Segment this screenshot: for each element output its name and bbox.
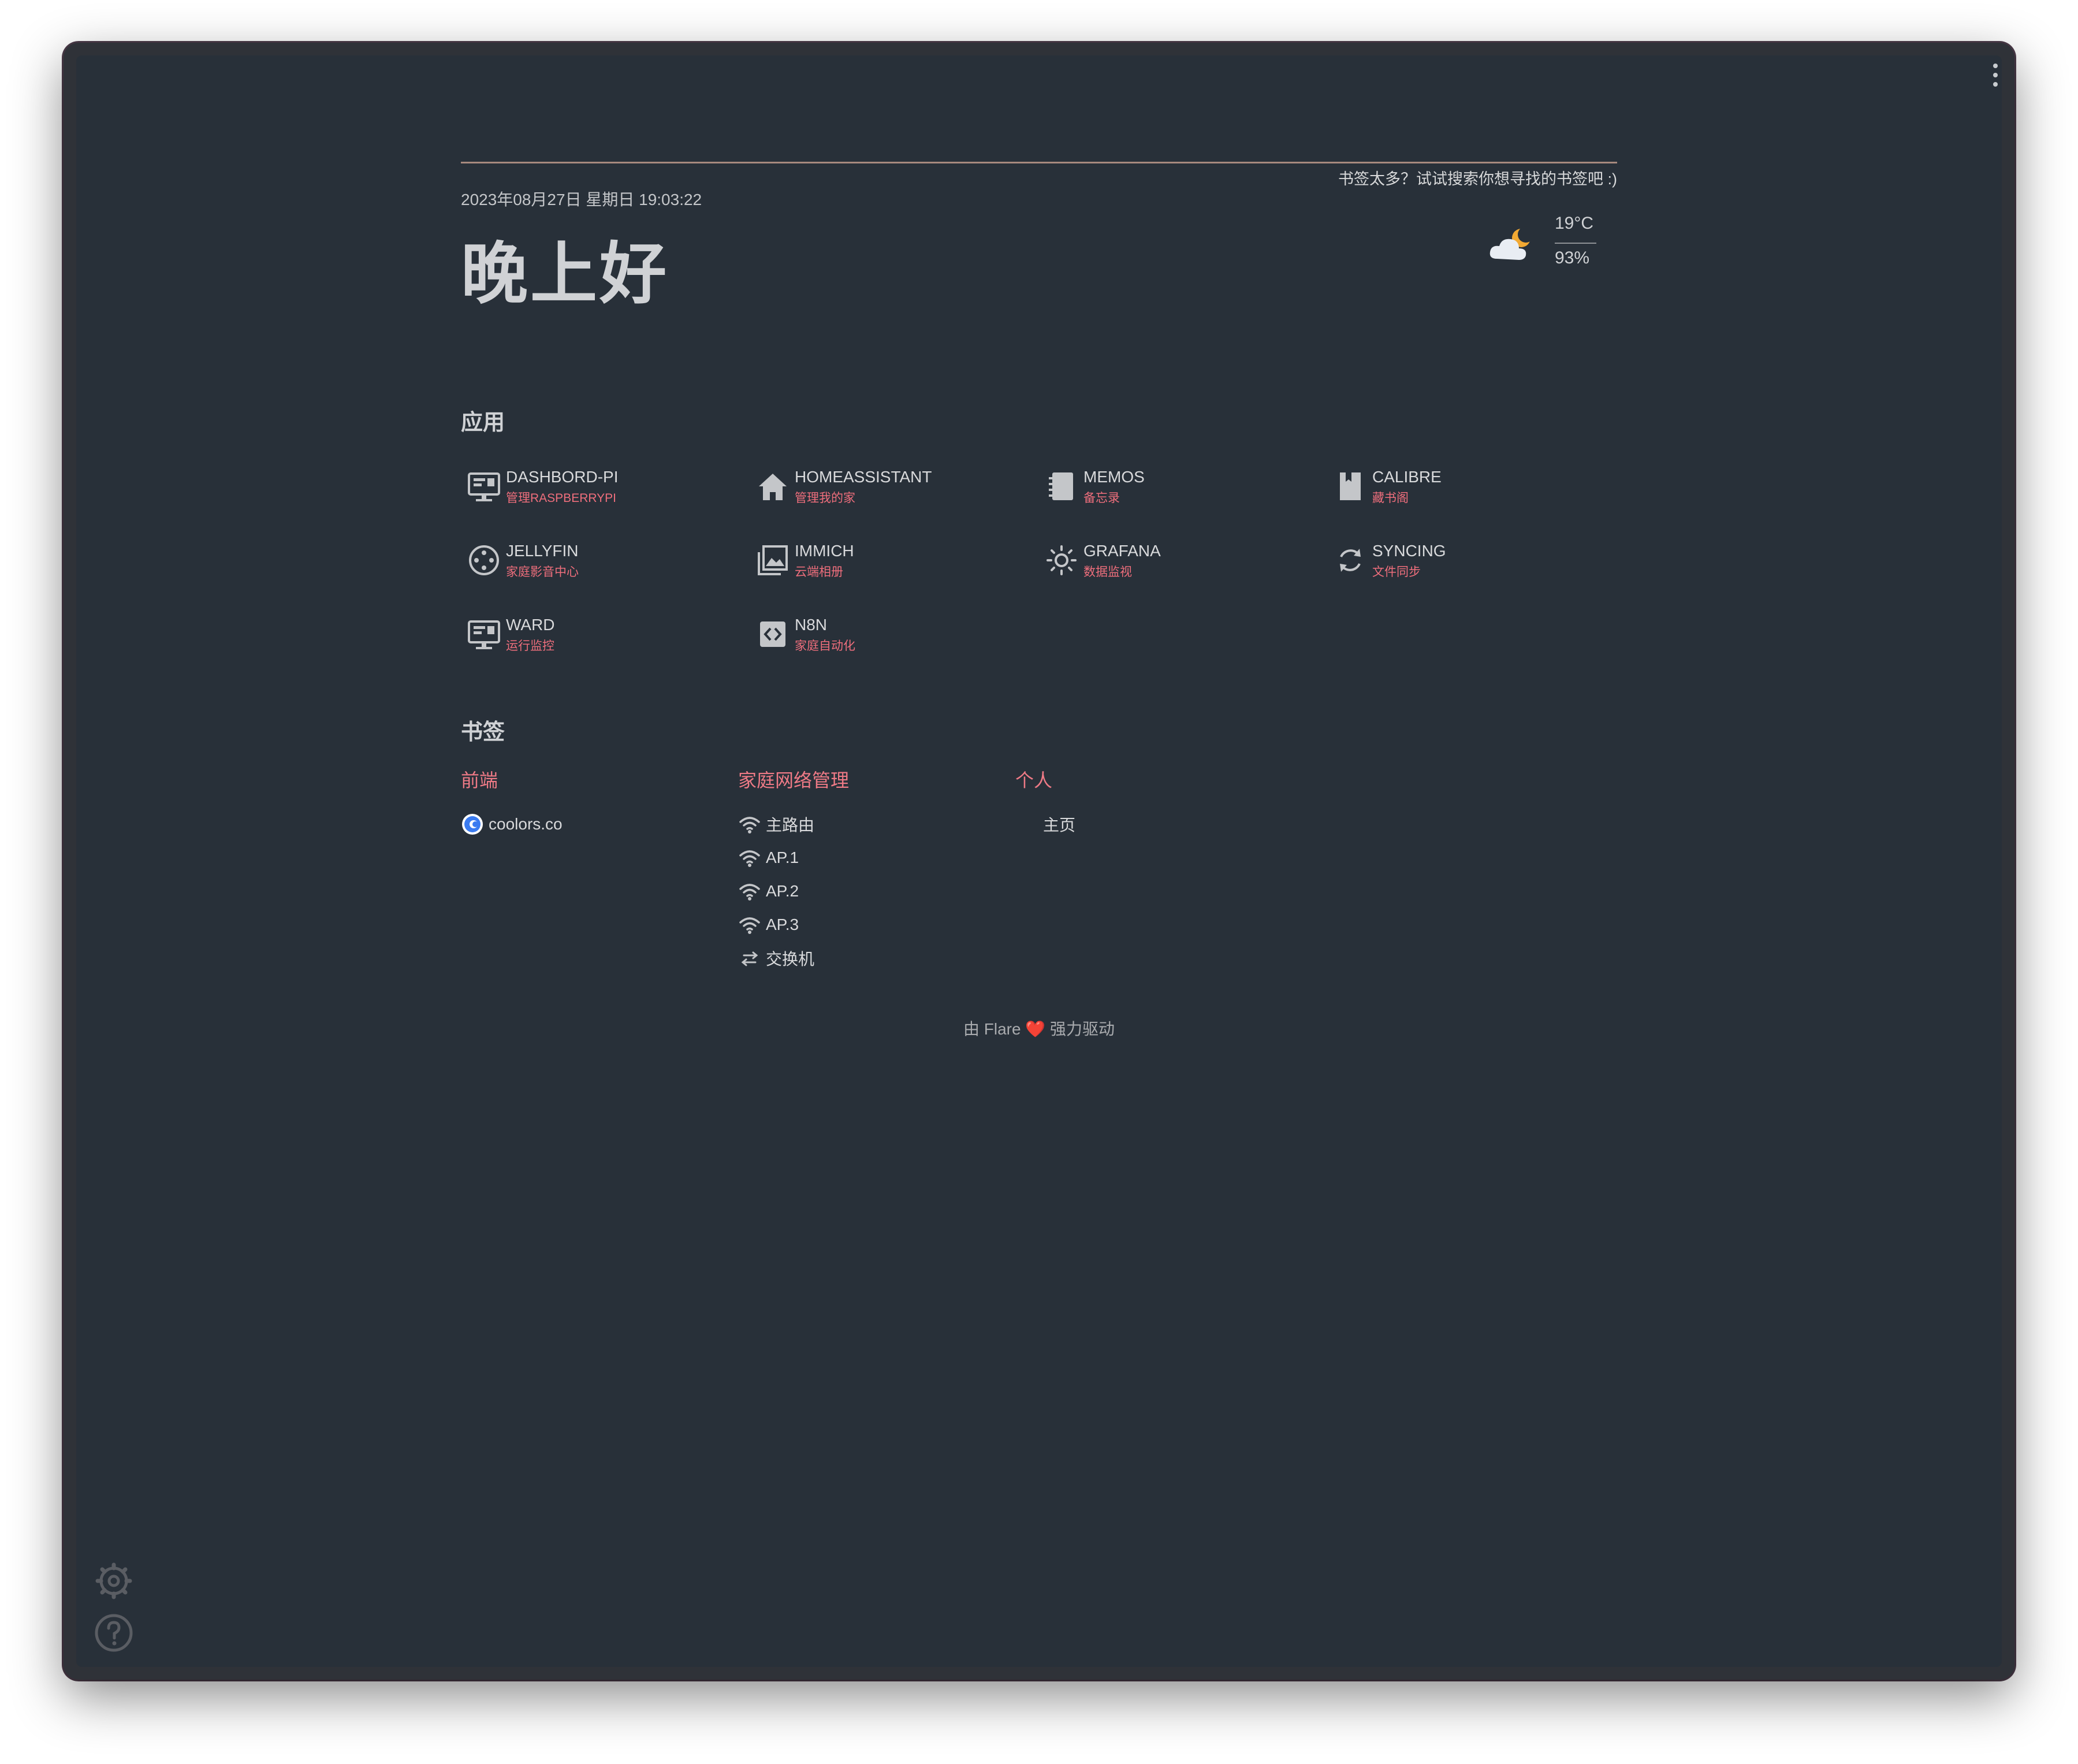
app-desc: 云端相册 [795,565,843,579]
footer-suffix: 强力驱动 [1050,1020,1115,1038]
bookmark-group-title: 个人 [1015,769,1053,791]
wifi-icon [738,913,761,936]
main-content: 书签太多？试试搜索你想寻找的书签吧 :) 2023年08月27日 星期日 19:… [461,162,1617,1038]
weather-humidity: 93% [1555,248,1590,267]
app-name: SYNCING [1372,542,1446,560]
bookmark-group-title: 前端 [461,769,498,791]
home-icon [759,474,787,500]
app-syncing[interactable]: SYNCING 文件同步 [1327,536,1604,588]
bookmark-label: coolors.co [489,815,563,833]
switch-arrows-icon [738,947,761,970]
app-dashbord-pi[interactable]: DASHBORD-PI 管理RASPBERRYPI [461,462,738,514]
help-icon [95,1614,133,1652]
sun-gear-icon [1047,545,1077,575]
gear-icon [95,1562,132,1599]
bookmark-item[interactable]: AP.1 [738,841,1004,874]
app-immich[interactable]: IMMICH 云端相册 [750,536,1027,588]
bookmark-group-home-network: 家庭网络管理 主路由 AP.1 AP.2 AP.3 交换机 [738,766,1004,975]
apps-section-title: 应用 [461,410,505,435]
weather-divider [1555,243,1596,244]
heart-icon: ❤️ [1025,1020,1046,1038]
bookmark-label: 交换机 [766,950,815,968]
app-desc: 管理我的家 [795,492,855,505]
menu-dots-icon[interactable] [1993,64,1998,87]
bookmarks-section-title: 书签 [461,719,505,745]
bookmark-item[interactable]: 交换机 [738,941,1004,975]
bookmark-label: 主页 [1043,816,1076,834]
app-name: GRAFANA [1083,542,1161,560]
bookmark-item[interactable]: 主页 [1015,807,1281,841]
image-gallery-icon [758,545,788,575]
film-reel-icon [469,545,499,575]
app-desc: 备忘录 [1083,492,1120,505]
weather-temperature: 19°C [1555,214,1594,233]
weather-widget: 19°C 93% [1485,214,1596,283]
bookmark-item[interactable]: AP.3 [738,908,1004,941]
app-calibre[interactable]: CALIBRE 藏书阁 [1327,462,1604,514]
bookmark-item[interactable]: 主路由 [738,807,1004,841]
bookmark-group-title: 家庭网络管理 [738,769,850,791]
app-n8n[interactable]: N8N 家庭自动化 [750,610,1027,662]
app-name: WARD [506,616,555,634]
search-input[interactable] [461,162,1617,163]
app-desc: 运行监控 [506,639,554,653]
wifi-icon [738,846,761,869]
wifi-icon [738,813,761,836]
app-desc: 藏书阁 [1372,492,1409,505]
blank-icon [1015,813,1038,836]
monitor-icon [468,620,500,649]
datetime: 2023年08月27日 星期日 19:03:22 [461,191,702,209]
bookmark-item[interactable]: AP.2 [738,874,1004,908]
cloud-moon-icon [1489,226,1534,260]
app-desc: 家庭自动化 [795,639,855,653]
app-jellyfin[interactable]: JELLYFIN 家庭影音中心 [461,536,738,588]
search-hint: 书签太多？试试搜索你想寻找的书签吧 :) [1338,170,1617,188]
bookmark-label: 主路由 [766,816,815,834]
app-name: IMMICH [795,542,854,560]
app-desc: 数据监视 [1083,565,1132,579]
bookmark-item[interactable]: coolors.co [461,807,727,841]
app-desc: 文件同步 [1372,565,1421,579]
bookmark-group-personal: 个人 主页 [1015,766,1281,841]
notebook-icon [1049,472,1073,500]
app-name: CALIBRE [1372,468,1442,486]
dashboard-page: 书签太多？试试搜索你想寻找的书签吧 :) 2023年08月27日 星期日 19:… [76,55,2002,1667]
app-grafana[interactable]: GRAFANA 数据监视 [1038,536,1316,588]
bookmark-label: AP.3 [766,916,799,933]
app-memos[interactable]: MEMOS 备忘录 [1038,462,1316,514]
monitor-icon [468,472,500,501]
app-ward[interactable]: WARD 运行监控 [461,610,738,662]
browser-window: 书签太多？试试搜索你想寻找的书签吧 :) 2023年08月27日 星期日 19:… [64,43,2014,1680]
app-name: N8N [795,616,828,634]
coolors-logo-icon [461,813,484,836]
help-button[interactable] [94,1613,134,1653]
greeting: 晚上好 [461,235,669,313]
book-icon [1340,472,1361,500]
sync-icon [1340,549,1361,572]
app-name: JELLYFIN [506,542,579,560]
app-homeassistant[interactable]: HOMEASSISTANT 管理我的家 [750,462,1027,514]
settings-button[interactable] [94,1561,134,1601]
footer-prefix: 由 Flare [963,1020,1021,1038]
app-desc: 家庭影音中心 [506,565,579,579]
app-name: HOMEASSISTANT [795,468,932,486]
bookmark-label: AP.1 [766,848,799,866]
bookmark-group-frontend: 前端 coolors.co [461,766,727,841]
code-box-icon [760,622,785,647]
app-desc: 管理RASPBERRYPI [506,492,616,505]
footer: 由 Flare ❤️ 强力驱动 [461,1017,1617,1040]
wifi-icon [738,880,761,903]
app-name: MEMOS [1083,468,1145,486]
app-name: DASHBORD-PI [506,468,619,486]
bookmark-label: AP.2 [766,882,799,900]
